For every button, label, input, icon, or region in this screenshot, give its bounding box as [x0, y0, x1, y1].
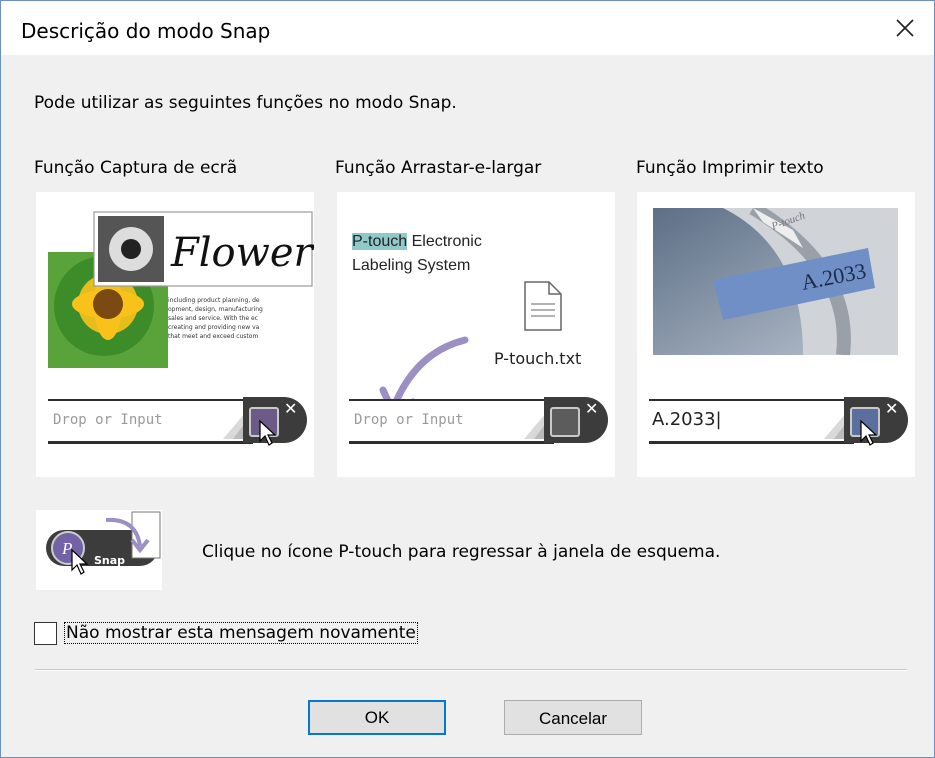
- dont-show-again-checkbox[interactable]: [34, 622, 57, 645]
- file-name: P-touch.txt: [494, 349, 582, 368]
- dragdrop-function-title: Função Arrastar-e-largar: [335, 158, 542, 178]
- close-bar-icon[interactable]: ✕: [885, 399, 898, 418]
- sample-text: P-touch Electronic Labeling System: [352, 230, 482, 278]
- ptouch-snap-image: P Snap: [36, 510, 162, 590]
- text-line-1-rest: Electronic: [407, 233, 482, 250]
- ok-button[interactable]: OK: [308, 700, 446, 735]
- printtext-illustration: A.2033 P-touch A.2033| ✕: [637, 192, 915, 477]
- dragdrop-illustration: P-touch Electronic Labeling System P-tou…: [337, 192, 615, 477]
- input-placeholder: Drop or Input: [53, 412, 163, 428]
- close-icon[interactable]: [890, 13, 920, 43]
- snap-badge: Snap: [94, 554, 126, 567]
- close-bar-icon[interactable]: ✕: [585, 399, 598, 418]
- intro-text: Pode utilizar as seguintes funções no mo…: [34, 93, 457, 113]
- flower-heading: Flower: [171, 230, 313, 276]
- snap-instruction: Clique no ícone P-touch para regressar à…: [202, 542, 721, 562]
- highlighted-text: P-touch: [352, 233, 408, 250]
- snap-input-bar: Drop or Input ✕: [48, 397, 307, 446]
- label-photo: A.2033 P-touch: [653, 208, 898, 355]
- divider: [35, 669, 907, 671]
- snap-input-bar: A.2033| ✕: [649, 397, 908, 446]
- close-bar-icon[interactable]: ✕: [284, 399, 297, 418]
- body-line: creating and providing new va: [168, 324, 260, 331]
- body-line: including product planning, de: [168, 297, 260, 304]
- printtext-function-title: Função Imprimir texto: [636, 158, 824, 178]
- svg-text:P: P: [61, 539, 72, 558]
- input-value: A.2033|: [652, 409, 722, 430]
- title-bar: Descrição do modo Snap: [1, 1, 934, 55]
- cancel-button[interactable]: Cancelar: [504, 700, 642, 735]
- body-line: that meet and exceed custom: [168, 333, 259, 340]
- body-line: sales and service. With the ec: [168, 315, 258, 322]
- capture-illustration: Flower including product planning, de op…: [36, 192, 314, 477]
- body-text: including product planning, de opment, d…: [168, 296, 263, 341]
- capture-button[interactable]: [550, 407, 580, 437]
- ptouch-icon: P: [46, 511, 161, 575]
- dont-show-again-label[interactable]: Não mostrar esta mensagem novamente: [64, 622, 418, 644]
- cursor-icon: [259, 419, 277, 446]
- cursor-icon: [860, 419, 878, 446]
- input-placeholder: Drop or Input: [354, 412, 464, 428]
- window-title: Descrição do modo Snap: [21, 19, 271, 43]
- body-line: opment, design, manufacturing: [168, 306, 263, 313]
- text-file-icon: [524, 281, 562, 331]
- capture-function-title: Função Captura de ecrã: [34, 158, 238, 178]
- text-line-2: Labeling System: [352, 257, 471, 274]
- snap-input-bar: Drop or Input ✕: [349, 397, 608, 444]
- dialog-window: Descrição do modo Snap Pode utilizar as …: [0, 0, 935, 758]
